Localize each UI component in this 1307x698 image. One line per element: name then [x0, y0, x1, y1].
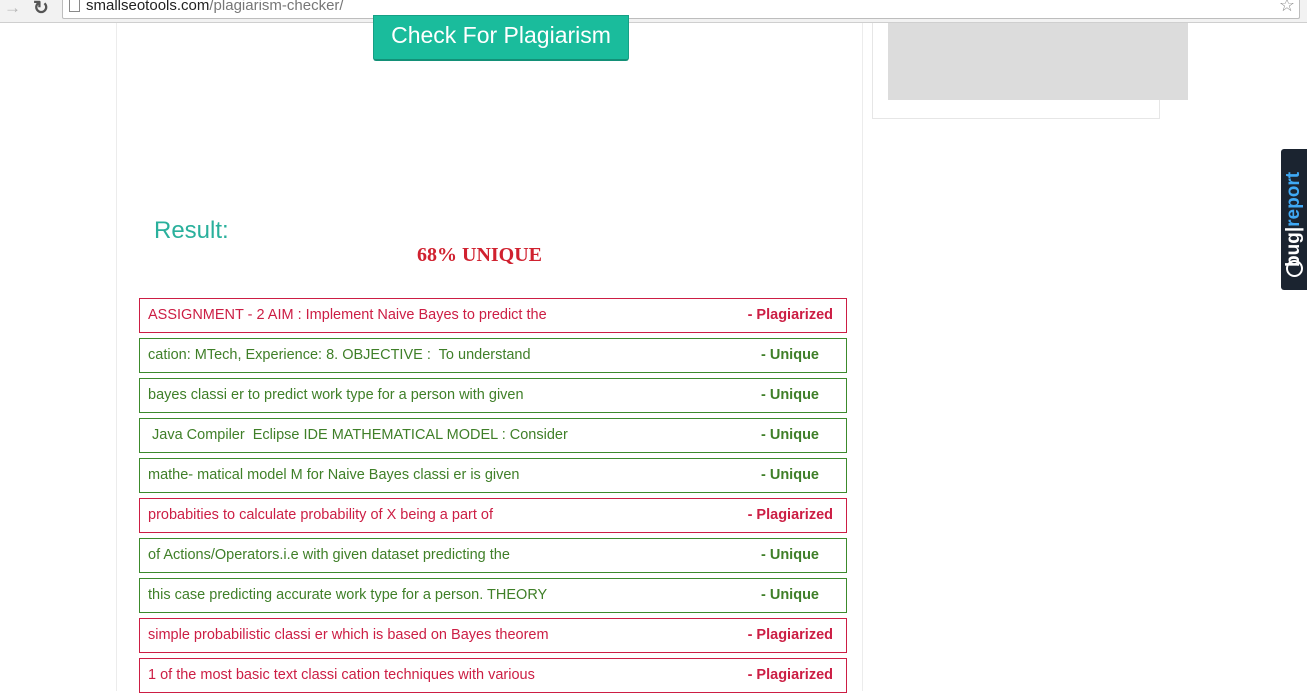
- url-domain: smallseotools.com: [86, 0, 210, 14]
- result-row-status: - Unique: [761, 347, 819, 363]
- check-plagiarism-button[interactable]: Check For Plagiarism: [373, 15, 629, 61]
- result-row-text: ASSIGNMENT - 2 AIM : Implement Naive Bay…: [148, 307, 547, 323]
- result-row-text: cation: MTech, Experience: 8. OBJECTIVE …: [148, 347, 531, 363]
- result-row-text: simple probabilistic classi er which is …: [148, 627, 549, 643]
- result-row[interactable]: probabities to calculate probability of …: [139, 498, 847, 533]
- result-row-status: - Unique: [761, 427, 819, 443]
- result-row-status: - Plagiarized: [747, 307, 833, 323]
- result-row[interactable]: 1 of the most basic text classi cation t…: [139, 658, 847, 693]
- ad-placeholder: [888, 23, 1188, 100]
- result-row-status: - Unique: [761, 467, 819, 483]
- result-row-status: - Plagiarized: [747, 627, 833, 643]
- arrow-right-icon[interactable]: →: [4, 0, 21, 18]
- result-row[interactable]: this case predicting accurate work type …: [139, 578, 847, 613]
- result-heading: Result:: [154, 217, 229, 244]
- result-row[interactable]: bayes classi er to predict work type for…: [139, 378, 847, 413]
- bugreport-label-part2: report: [1283, 171, 1304, 227]
- result-row[interactable]: Java Compiler Eclipse IDE MATHEMATICAL M…: [139, 418, 847, 453]
- result-row[interactable]: of Actions/Operators.i.e with given data…: [139, 538, 847, 573]
- page-icon: [69, 0, 80, 12]
- result-row-text: of Actions/Operators.i.e with given data…: [148, 547, 510, 563]
- result-row-text: bayes classi er to predict work type for…: [148, 387, 524, 403]
- result-row[interactable]: cation: MTech, Experience: 8. OBJECTIVE …: [139, 338, 847, 373]
- result-row[interactable]: mathe- matical model M for Naive Bayes c…: [139, 458, 847, 493]
- address-bar[interactable]: smallseotools.com/plagiarism-checker/ ☆: [62, 0, 1300, 19]
- uniqueness-score: 68% UNIQUE: [417, 244, 543, 266]
- result-row-status: - Unique: [761, 387, 819, 403]
- result-row-status: - Unique: [761, 587, 819, 603]
- result-row-text: this case predicting accurate work type …: [148, 587, 548, 603]
- result-row[interactable]: ASSIGNMENT - 2 AIM : Implement Naive Bay…: [139, 298, 847, 333]
- result-row-status: - Plagiarized: [747, 667, 833, 683]
- bugreport-label: bug|report: [1283, 151, 1305, 267]
- result-row-text: Java Compiler Eclipse IDE MATHEMATICAL M…: [148, 427, 568, 443]
- result-list: ASSIGNMENT - 2 AIM : Implement Naive Bay…: [139, 298, 847, 698]
- star-icon[interactable]: ☆: [1279, 0, 1295, 16]
- result-row[interactable]: simple probabilistic classi er which is …: [139, 618, 847, 653]
- result-row-text: 1 of the most basic text classi cation t…: [148, 667, 535, 683]
- result-row-status: - Unique: [761, 547, 819, 563]
- result-row-status: - Plagiarized: [747, 507, 833, 523]
- bugreport-label-divider: |: [1283, 226, 1304, 233]
- result-row-text: probabities to calculate probability of …: [148, 507, 493, 523]
- reload-icon[interactable]: ↻: [33, 0, 49, 20]
- browser-toolbar: → ↻ smallseotools.com/plagiarism-checker…: [0, 0, 1307, 23]
- result-row-text: mathe- matical model M for Naive Bayes c…: [148, 467, 520, 483]
- url-text[interactable]: smallseotools.com/plagiarism-checker/: [86, 0, 344, 14]
- bugreport-tab[interactable]: bug|report: [1281, 149, 1307, 290]
- url-path: /plagiarism-checker/: [209, 0, 344, 14]
- bugreport-label-part1: bug: [1283, 232, 1304, 267]
